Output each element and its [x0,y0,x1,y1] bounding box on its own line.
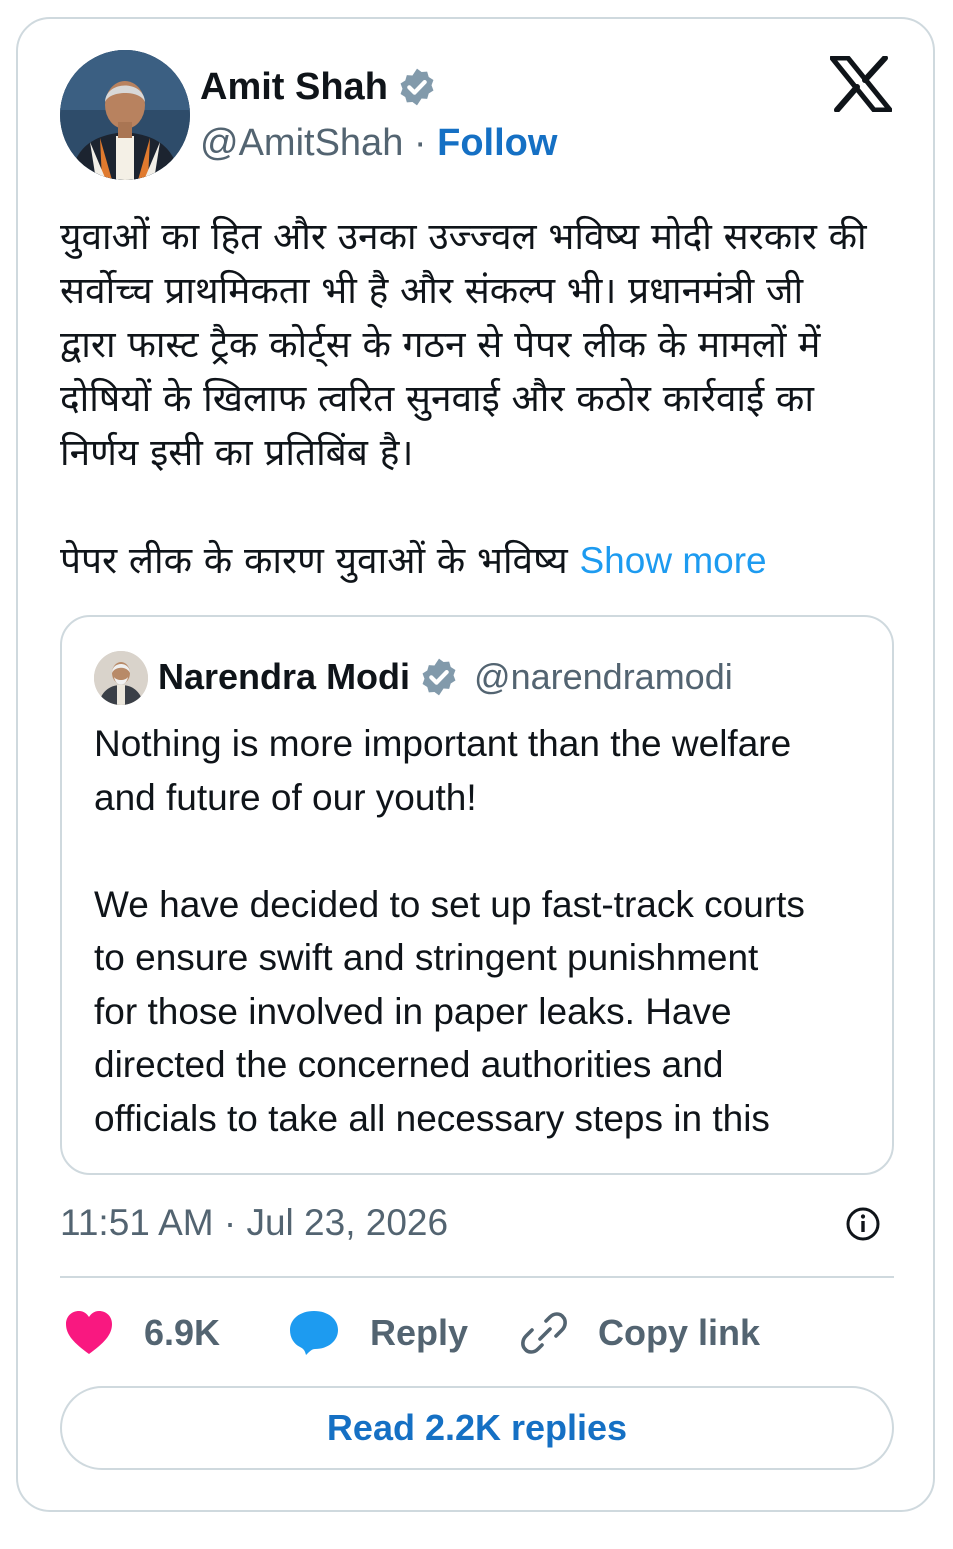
divider [60,1276,894,1278]
reply-label: Reply [370,1312,469,1353]
like-button[interactable]: 6.9K [64,1300,220,1366]
author-avatar-image [60,50,190,180]
copy-link-label: Copy link [598,1312,761,1353]
author-name-row[interactable]: Amit Shah [200,64,438,110]
quoted-author-avatar[interactable] [94,651,148,705]
copy-link-button[interactable]: Copy link [520,1300,760,1366]
author-handle-row: @AmitShah · Follow [200,120,557,166]
action-bar: 6.9K Reply Copy link [60,1300,894,1366]
link-icon [521,1312,567,1354]
like-count: 6.9K [144,1312,221,1353]
tweet-timestamp[interactable]: 11:51 AM · Jul 23, 2026 [60,1198,448,1248]
tweet-line: दोषियों के खिलाफ त्वरित सुनवाई और कठोर क… [60,377,814,420]
tweet-line: सर्वोच्च प्राथमिकता भी है और संकल्प भी। … [60,269,804,312]
read-replies-button[interactable]: Read 2.2K replies [60,1386,894,1470]
tweet-line: निर्णय इसी का प्रतिबिंब है। [60,431,414,474]
reply-button[interactable]: Reply [288,1300,468,1366]
quoted-author-avatar-image [94,651,148,705]
tweet-text: युवाओं का हित और उनका उज्ज्वल भविष्य मोद… [60,210,900,588]
follow-button[interactable]: Follow [437,122,557,164]
quoted-tweet[interactable]: Narendra Modi @narendramodi Nothing is m… [60,615,894,1175]
separator-dot: · [413,122,427,164]
quoted-line: and future of our youth! [94,776,477,818]
tweet-line: युवाओं का हित और उनका उज्ज्वल भविष्य मोद… [60,215,867,258]
quoted-line: for those involved in paper leaks. Have [94,990,732,1032]
quoted-line: officials to take all necessary steps in… [94,1097,770,1139]
quoted-line: to ensure swift and stringent punishment [94,937,759,978]
verified-badge-icon [400,68,434,106]
quoted-line: We have decided to set up fast-track cou… [94,883,805,925]
quoted-tweet-text: Nothing is more important than the welfa… [94,717,874,1145]
tweet-line: द्वारा फास्ट ट्रैक कोर्ट्स के गठन से पेप… [60,323,821,366]
heart-icon [66,1311,112,1354]
tweet-line: पेपर लीक के कारण युवाओं के भविष्य Show m… [60,534,900,588]
quoted-author-handle[interactable]: @narendramodi [474,655,733,699]
author-name[interactable]: Amit Shah [200,64,388,110]
reply-bubble-icon [290,1311,338,1355]
author-handle[interactable]: @AmitShah [200,122,403,164]
quoted-line: Nothing is more important than the welfa… [94,723,792,764]
verified-badge-icon [422,658,456,696]
show-more-link[interactable]: Show more [579,540,766,581]
quoted-author-row: Narendra Modi @narendramodi [158,655,733,699]
quoted-line: directed the concerned authorities and [94,1044,724,1085]
tweet-paragraph-2: पेपर लीक के कारण युवाओं के भविष्य [60,539,580,582]
info-icon[interactable] [845,1206,881,1242]
author-avatar[interactable] [60,50,190,180]
x-logo-icon[interactable] [830,56,892,112]
quoted-author-name[interactable]: Narendra Modi [158,655,410,699]
